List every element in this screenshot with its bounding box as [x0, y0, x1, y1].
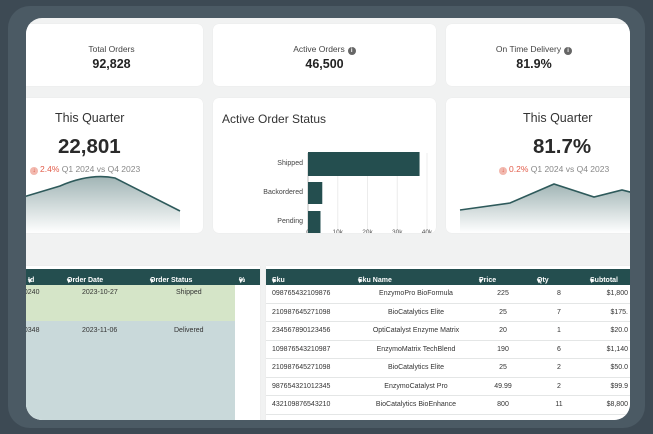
items-table: Sku ▾ Sku Name ▾ Price ▾ Qty ▾ Subtotal …	[266, 266, 630, 420]
order-id: 00348	[26, 327, 40, 334]
qty-cell: 6	[557, 345, 561, 353]
x-tick-label: 30k	[392, 229, 403, 233]
sku-cell: 432109876543210	[272, 401, 331, 408]
qty-cell: 7	[557, 308, 561, 316]
x-tick-label: 40k	[422, 229, 433, 233]
y-category-label: Pending	[277, 218, 303, 225]
qty-cell: 8	[557, 290, 561, 297]
order-id: 00240	[26, 289, 40, 296]
sort-icon: ▾	[479, 278, 483, 285]
bar-shipped	[308, 152, 420, 176]
qty-cell: 2	[557, 364, 561, 371]
sort-icon: ▾	[239, 278, 243, 285]
kpi-value: 92,828	[92, 57, 131, 71]
subtotal-cell: $175.	[610, 308, 628, 316]
sort-icon: ▾	[272, 278, 276, 285]
table-row[interactable]: 098765432109876 EnzymoPro BioFormula 225 8 $…	[266, 285, 630, 304]
orders-table-header: Id ▾ Order Date ▾ Order Status ▾ % ▾	[26, 269, 260, 285]
sku-cell: 210987645271098	[272, 364, 331, 371]
active-order-status-chart: 010k20k30k40kShippedBackorderedPending	[263, 152, 433, 233]
kpi-card-total-orders: Total Orders 92,828	[26, 24, 203, 86]
sort-icon: ▾	[28, 278, 32, 285]
sku-cell: 109876543210987	[272, 345, 331, 353]
sort-icon: ▾	[67, 278, 71, 285]
sparkline-chart	[459, 183, 630, 233]
dashboard-screen: Total Orders 92,828 Active Orders i 46,50…	[26, 18, 630, 420]
items-table-header: Sku ▾ Sku Name ▾ Price ▾ Qty ▾ Subtotal …	[266, 269, 630, 285]
table-row[interactable]: 00240 2023-10-27 Shipped	[26, 285, 260, 321]
subtotal-cell: $99.9	[610, 382, 628, 390]
subtotal-cell: $1,140	[606, 345, 628, 353]
y-category-label: Backordered	[263, 189, 303, 196]
kpi-label: Total Orders	[88, 44, 135, 54]
x-tick-label: 20k	[362, 229, 373, 233]
kpi-card-on-time-delivery: On Time Delivery i 81.9%	[446, 24, 630, 86]
qty-cell: 1	[557, 327, 561, 334]
quarter-card-delivery: This Quarter 81.7% ↓ 0.2% Q1 2024 vs Q4 2…	[446, 98, 630, 233]
items-table-body: 098765432109876 EnzymoPro BioFormula 225 8 $…	[266, 285, 630, 420]
info-icon[interactable]: i	[564, 47, 573, 55]
info-icon[interactable]: i	[347, 47, 356, 55]
table-row[interactable]: 210987645271098 BioCatalytics Elite 25 2 $50…	[266, 359, 630, 378]
table-row[interactable]: 432109876543210 BioCatalytics BioEnhance 8…	[266, 396, 630, 415]
table-row[interactable]: 00348 2023-11-06 Delivered	[26, 321, 260, 420]
status-fill	[26, 285, 235, 321]
orders-table: Id ▾ Order Date ▾ Order Status ▾ % ▾ 002…	[26, 266, 260, 420]
subtotal-cell: $8,800	[606, 401, 628, 408]
sort-icon: ▾	[537, 278, 541, 285]
table-row[interactable]: 210987645271098 BioCatalytics Elite 25 7 $17…	[266, 304, 630, 322]
qty-cell: 11	[555, 401, 563, 408]
kpi-value: 81.9%	[516, 57, 552, 71]
order-date: 2023-11-06	[82, 327, 118, 334]
bar-backordered	[308, 182, 323, 204]
row-divider	[266, 413, 630, 415]
sort-icon: ▾	[358, 278, 362, 285]
sku-cell: 210987645271098	[272, 308, 331, 316]
subtotal-cell: $50.0	[610, 364, 628, 371]
kpi-label: Active Orders	[293, 44, 345, 54]
sku-cell: 098765432109876	[272, 290, 331, 297]
qty-cell: 2	[557, 382, 561, 390]
order-date: 2023-10-27	[82, 289, 118, 296]
active-order-status-card: Active Order Status 010k20k30k40kShipped…	[213, 98, 436, 233]
quarter-card-orders: This Quarter 22,801 ↓ 2.4% Q1 2024 vs Q4 …	[26, 98, 203, 233]
table-row[interactable]: 234567890123456 OptiCatalyst Enzyme Matri…	[266, 322, 630, 341]
status-fill	[26, 321, 235, 420]
sort-icon: ▾	[590, 278, 594, 285]
order-status: Shipped	[176, 289, 202, 296]
table-row[interactable]: 109876543210987 EnzymoMatrix TechBlend 190…	[266, 341, 630, 359]
kpi-card-active-orders: Active Orders i 46,500	[213, 24, 436, 86]
sort-icon: ▾	[150, 278, 154, 285]
sku-cell: 987654321012345	[272, 382, 331, 390]
sku-cell: 234567890123456	[272, 327, 331, 334]
kpi-label: On Time Delivery	[495, 44, 562, 54]
kpi-value: 46,500	[305, 57, 344, 71]
subtotal-cell: $1,800	[606, 290, 628, 297]
x-tick-label: 10k	[333, 229, 344, 233]
order-status: Delivered	[174, 327, 204, 334]
y-category-label: Shipped	[277, 160, 303, 167]
subtotal-cell: $20.0	[610, 327, 628, 334]
table-row[interactable]: 987654321012345 EnzymoCatalyst Pro 49.99 2 $…	[266, 378, 630, 396]
sparkline-chart	[26, 175, 181, 233]
bar-pending	[308, 211, 321, 233]
